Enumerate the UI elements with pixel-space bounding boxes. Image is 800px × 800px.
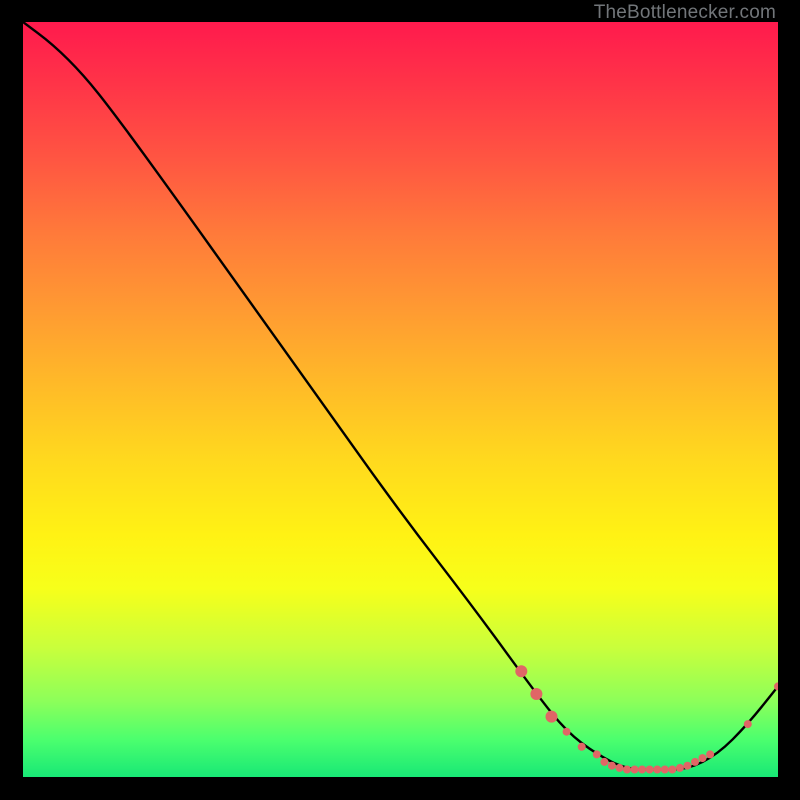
highlight-point: [653, 766, 661, 774]
highlight-point: [600, 758, 608, 766]
highlight-point: [563, 728, 571, 736]
highlight-point: [683, 762, 691, 770]
watermark-text: TheBottlenecker.com: [594, 2, 776, 24]
highlight-point: [578, 743, 586, 751]
highlight-point: [646, 766, 654, 774]
chart-svg: [23, 22, 778, 777]
curve-line: [23, 22, 778, 770]
highlight-point: [616, 764, 624, 772]
highlight-point: [691, 758, 699, 766]
highlight-point: [515, 665, 527, 677]
highlight-point: [593, 750, 601, 758]
highlight-point: [623, 766, 631, 774]
highlight-point: [676, 764, 684, 772]
chart-frame: TheBottlenecker.com: [0, 0, 800, 800]
highlight-point: [608, 762, 616, 770]
highlight-point: [706, 750, 714, 758]
highlight-point: [661, 766, 669, 774]
highlight-point: [631, 766, 639, 774]
highlight-point: [668, 766, 676, 774]
highlight-markers: [515, 665, 778, 773]
highlight-point: [699, 754, 707, 762]
highlight-point: [638, 766, 646, 774]
chart-plot-area: [23, 22, 778, 777]
highlight-point: [546, 711, 558, 723]
highlight-point: [530, 688, 542, 700]
highlight-point: [744, 720, 752, 728]
